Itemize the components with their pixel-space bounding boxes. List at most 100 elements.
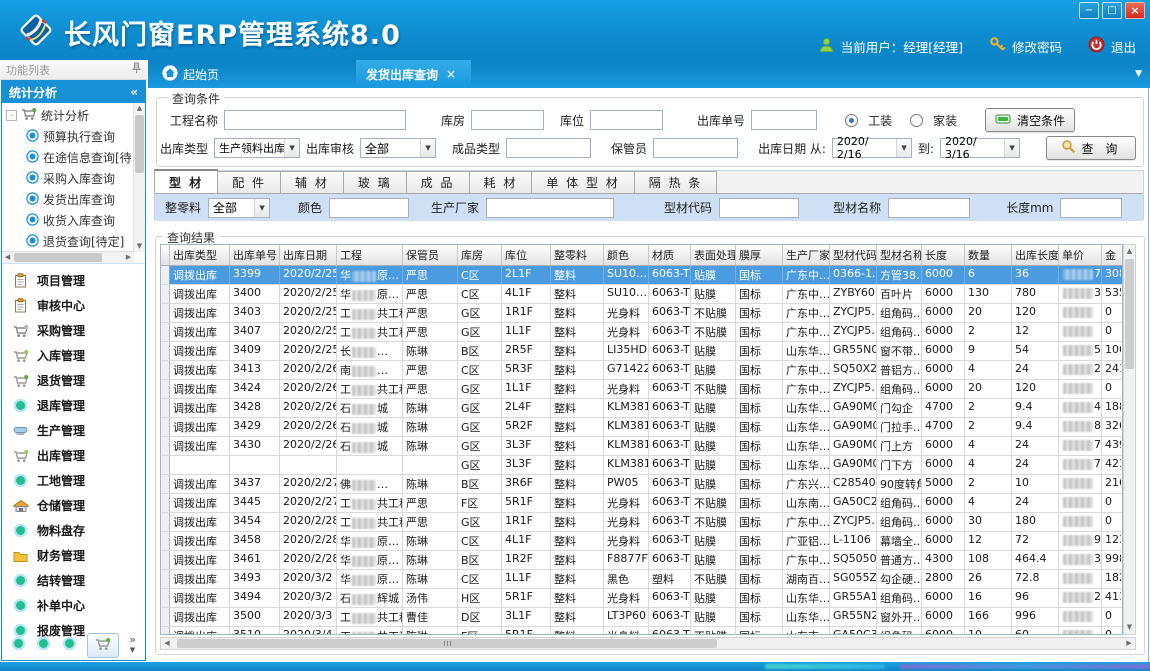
table-row[interactable]: 调拨出库34092020/2/25长…陈琳B区2R5F整料LI35HD6063-…: [161, 342, 1122, 361]
tab-home[interactable]: 起始页: [162, 60, 219, 88]
row-selector[interactable]: [161, 456, 170, 474]
row-selector[interactable]: [161, 380, 170, 398]
whole-piece-select[interactable]: 全部▼: [208, 198, 270, 218]
column-header[interactable]: 出库单号: [230, 245, 280, 265]
search-button[interactable]: 查 询: [1046, 136, 1136, 160]
column-header[interactable]: 金: [1102, 245, 1121, 265]
grid-vertical-scrollbar[interactable]: ▲ ▼: [1123, 244, 1136, 635]
out-type-select[interactable]: 生产领料出库▼: [214, 138, 300, 158]
site-dot-icon[interactable]: [11, 636, 26, 654]
tab-overflow-icon[interactable]: ▼: [1135, 69, 1142, 79]
sidebar-item-11[interactable]: 财务管理: [2, 543, 145, 568]
audit-select[interactable]: 全部▼: [360, 138, 436, 158]
tab-close-icon[interactable]: ×: [446, 67, 456, 81]
material-tab-7[interactable]: 隔 热 条: [634, 171, 718, 193]
table-row[interactable]: 调拨出库35102020/3/4工共工程陈琳F区5R1F整料光身料6063-T5…: [161, 627, 1122, 635]
column-header[interactable]: 颜色: [604, 245, 649, 265]
table-row[interactable]: 调拨出库34032020/2/25工共工程严思G区1R1F整料光身料6063-T…: [161, 304, 1122, 323]
column-header[interactable]: 出库日期: [280, 245, 337, 265]
minimize-button[interactable]: −: [1079, 2, 1099, 19]
material-tab-4[interactable]: 成 品: [406, 171, 470, 193]
sidebar-item-12[interactable]: 结转管理: [2, 568, 145, 593]
radio-gongzhuang[interactable]: [845, 114, 858, 127]
date-from-picker[interactable]: 2020/ 2/16▼: [832, 138, 912, 158]
sidebar-item-5[interactable]: 退库管理: [2, 393, 145, 418]
sidebar-item-3[interactable]: 入库管理: [2, 343, 145, 368]
column-header[interactable]: 整零料: [551, 245, 604, 265]
table-row[interactable]: 调拨出库34372020/2/27佛…陈琳B区3R6F整料PW056063-T5…: [161, 475, 1122, 494]
table-row[interactable]: 调拨出库34242020/2/26工共工程严思G区1L1F整料光身料6063-T…: [161, 380, 1122, 399]
column-header[interactable]: 工程: [337, 245, 403, 265]
table-row[interactable]: 调拨出库34542020/2/28工共工程严思G区1R1F整料光身料6063-T…: [161, 513, 1122, 532]
column-header[interactable]: 单价: [1059, 245, 1102, 265]
tree-item-3[interactable]: 发货出库查询: [2, 189, 134, 210]
tree-horizontal-scrollbar[interactable]: ◀ ▶: [2, 251, 134, 263]
row-selector[interactable]: [161, 323, 170, 341]
date-to-picker[interactable]: 2020/ 3/16▼: [940, 138, 1020, 158]
warehouse-input[interactable]: [471, 110, 544, 130]
table-row[interactable]: 调拨出库34132020/2/26南…严思C区5R3F整料G714226063-…: [161, 361, 1122, 380]
tree-item-1[interactable]: 在途信息查询[待: [2, 147, 134, 168]
row-selector[interactable]: [161, 608, 170, 626]
sidebar-item-8[interactable]: 工地管理: [2, 468, 145, 493]
sidebar-item-7[interactable]: 出库管理: [2, 443, 145, 468]
tree-vertical-scrollbar[interactable]: ▲ ▼: [133, 103, 145, 252]
tree-expander-icon[interactable]: -: [6, 110, 17, 121]
close-button[interactable]: ×: [1125, 2, 1145, 19]
length-input[interactable]: [1060, 198, 1122, 218]
row-selector-header[interactable]: [161, 245, 170, 265]
column-header[interactable]: 表面处理: [691, 245, 736, 265]
manufacturer-input[interactable]: [486, 198, 614, 218]
table-row[interactable]: 调拨出库34292020/2/26石城陈琳G区5R2F整料KLM38176063…: [161, 418, 1122, 437]
tree-item-2[interactable]: 采购入库查询: [2, 168, 134, 189]
row-selector[interactable]: [161, 266, 170, 284]
material-tab-2[interactable]: 辅 材: [280, 171, 344, 193]
inventory-dot-icon[interactable]: [36, 636, 51, 654]
order-no-input[interactable]: [751, 110, 817, 130]
table-row[interactable]: G区3L3F整料KLM38176063-T5贴膜国标山东华…GA90M09.门下…: [161, 456, 1122, 475]
table-row[interactable]: 调拨出库34612020/2/28华原…陈琳B区1R2F整料F8877FT606…: [161, 551, 1122, 570]
table-row[interactable]: 调拨出库33992020/2/25华原…严思C区2L1F整料SU10…6063-…: [161, 266, 1122, 285]
collapse-icon[interactable]: «: [130, 85, 138, 99]
row-selector[interactable]: [161, 570, 170, 588]
row-selector[interactable]: [161, 285, 170, 303]
table-row[interactable]: 调拨出库34932020/3/2华原…陈琳C区1L1F整料黑色塑料不贴膜国标湖南…: [161, 570, 1122, 589]
grid-horizontal-scrollbar[interactable]: ◀ ▶: [160, 637, 1136, 650]
column-header[interactable]: 出库类型: [170, 245, 230, 265]
sidebar-item-4[interactable]: 退货管理: [2, 368, 145, 393]
table-row[interactable]: 调拨出库35002020/3/3工共工程曹佳D区3L1F整料LT3P606063…: [161, 608, 1122, 627]
carry-dot-icon[interactable]: [62, 636, 77, 654]
row-selector[interactable]: [161, 418, 170, 436]
product-type-input[interactable]: [506, 138, 591, 158]
more-chevron[interactable]: »▼: [129, 635, 136, 655]
column-header[interactable]: 出库长度: [1012, 245, 1059, 265]
profile-name-input[interactable]: [888, 198, 970, 218]
tree-item-5[interactable]: 退货查询[待定]: [2, 231, 134, 252]
maximize-button[interactable]: □: [1102, 2, 1122, 19]
table-row[interactable]: 调拨出库34582020/2/28华原…陈琳C区4L1F整料光身料6063-T5…: [161, 532, 1122, 551]
sidebar-item-6[interactable]: 生产管理: [2, 418, 145, 443]
row-selector[interactable]: [161, 342, 170, 360]
row-selector[interactable]: [161, 475, 170, 493]
column-header[interactable]: 库房: [458, 245, 502, 265]
material-tab-6[interactable]: 单 体 型 材: [531, 171, 634, 193]
radio-jiazhuang[interactable]: [910, 114, 923, 127]
column-header[interactable]: 库位: [502, 245, 551, 265]
pin-icon[interactable]: [132, 62, 141, 77]
tree-item-4[interactable]: 收货入库查询: [2, 210, 134, 231]
sidebar-item-13[interactable]: 补单中心: [2, 593, 145, 618]
sidebar-item-10[interactable]: 物料盘存: [2, 518, 145, 543]
sidebar-item-9[interactable]: 仓储管理: [2, 493, 145, 518]
table-row[interactable]: 调拨出库34002020/2/25华原…严思C区4L1F整料SU10…6063-…: [161, 285, 1122, 304]
material-tab-3[interactable]: 玻 璃: [343, 171, 407, 193]
tree-root-statistics[interactable]: -统计分析: [2, 105, 134, 126]
keeper-input[interactable]: [653, 138, 738, 158]
material-tab-0[interactable]: 型 材: [154, 169, 218, 193]
column-header[interactable]: 保管员: [403, 245, 458, 265]
tree-item-0[interactable]: 预算执行查询: [2, 126, 134, 147]
sidebar-item-0[interactable]: 项目管理: [2, 268, 145, 293]
logout-link[interactable]: 退出: [1111, 37, 1136, 56]
column-header[interactable]: 型材代码: [830, 245, 877, 265]
sidebar-item-2[interactable]: 采购管理: [2, 318, 145, 343]
row-selector[interactable]: [161, 304, 170, 322]
